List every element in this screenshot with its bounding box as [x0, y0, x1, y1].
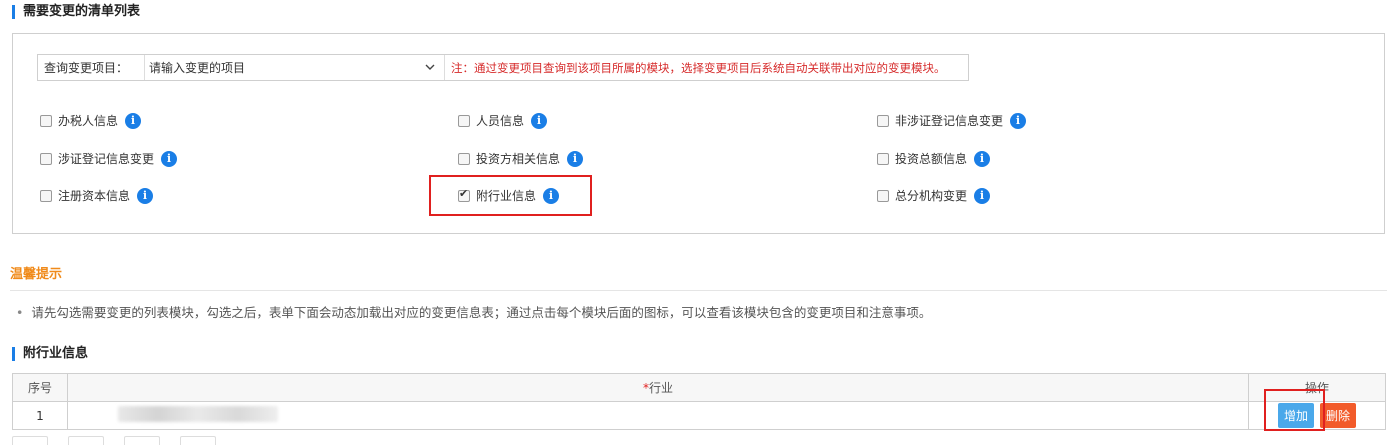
table-header-row: 序号 *行业 操作	[12, 373, 1386, 402]
checkbox-item-cert-registration[interactable]: 涉证登记信息变更 i	[40, 150, 178, 167]
checkbox-item-registered-capital[interactable]: 注册资本信息 i	[40, 187, 154, 204]
query-label: 查询变更项目：	[38, 55, 145, 80]
partial-control	[12, 436, 48, 445]
checkbox[interactable]	[458, 152, 470, 165]
bottom-controls-partial	[12, 436, 216, 445]
checkbox[interactable]	[877, 114, 889, 127]
divider	[10, 290, 1387, 291]
checkbox[interactable]	[877, 152, 889, 165]
partial-control	[68, 436, 104, 445]
tips-title: 温馨提示	[10, 267, 63, 282]
checkbox-item-tax-officer[interactable]: 办税人信息 i	[40, 112, 142, 129]
chevron-down-icon	[425, 64, 435, 70]
column-header-industry-label: 行业	[648, 381, 673, 395]
highlight-box-add-button	[1264, 389, 1325, 431]
checkbox-label: 办税人信息	[58, 114, 119, 128]
redacted-value	[118, 406, 278, 422]
info-icon[interactable]: i	[137, 187, 154, 204]
info-icon[interactable]: i	[567, 150, 584, 167]
checkbox-label: 投资总额信息	[895, 152, 968, 166]
column-header-industry: *行业	[67, 373, 1249, 402]
info-icon[interactable]: i	[161, 150, 178, 167]
partial-control	[180, 436, 216, 445]
checkbox-item-total-investment[interactable]: 投资总额信息 i	[877, 150, 991, 167]
checkbox-item-branch-change[interactable]: 总分机构变更 i	[877, 187, 991, 204]
query-row: 查询变更项目： 请输入变更的项目 注：通过变更项目查询到该项目所属的模块，选择变…	[37, 54, 969, 81]
checkbox-label: 投资方相关信息	[476, 152, 561, 166]
checkbox-label: 注册资本信息	[58, 189, 131, 203]
checkbox[interactable]	[458, 114, 470, 127]
checkbox-label: 人员信息	[476, 114, 525, 128]
query-note: 注：通过变更项目查询到该项目所属的模块，选择变更项目后系统自动关联带出对应的变更…	[451, 60, 946, 75]
checkbox-item-investor[interactable]: 投资方相关信息 i	[458, 150, 584, 167]
delete-button[interactable]: 删除	[1320, 403, 1357, 428]
column-header-seq: 序号	[12, 373, 68, 402]
section-title-change-list: 需要变更的清单列表	[12, 5, 140, 19]
info-icon[interactable]: i	[1010, 112, 1027, 129]
checkbox-item-non-cert-registration[interactable]: 非涉证登记信息变更 i	[877, 112, 1027, 129]
checkbox-label: 非涉证登记信息变更	[895, 114, 1004, 128]
cell-industry[interactable]	[67, 401, 1249, 430]
tips-text: 请先勾选需要变更的列表模块，勾选之后，表单下面会动态加载出对应的变更信息表；通过…	[16, 302, 931, 321]
info-icon[interactable]: i	[974, 187, 991, 204]
cell-seq: 1	[12, 401, 68, 430]
checkbox[interactable]	[40, 114, 52, 127]
checkbox[interactable]	[40, 189, 52, 202]
info-icon[interactable]: i	[125, 112, 142, 129]
checkbox-item-personnel[interactable]: 人员信息 i	[458, 112, 548, 129]
info-icon[interactable]: i	[974, 150, 991, 167]
highlight-box-industry	[429, 175, 592, 216]
industry-table: 序号 *行业 操作 1 增加 删除	[12, 373, 1386, 430]
partial-control	[124, 436, 160, 445]
query-select[interactable]: 请输入变更的项目	[145, 55, 445, 80]
checkbox[interactable]	[877, 189, 889, 202]
table-row: 1 增加 删除	[12, 401, 1386, 430]
info-icon[interactable]: i	[531, 112, 548, 129]
checkbox[interactable]	[40, 152, 52, 165]
query-select-value: 请输入变更的项目	[149, 61, 246, 75]
checkbox-label: 涉证登记信息变更	[58, 152, 155, 166]
checkbox-label: 总分机构变更	[895, 189, 968, 203]
section-title-industry: 附行业信息	[12, 347, 88, 361]
